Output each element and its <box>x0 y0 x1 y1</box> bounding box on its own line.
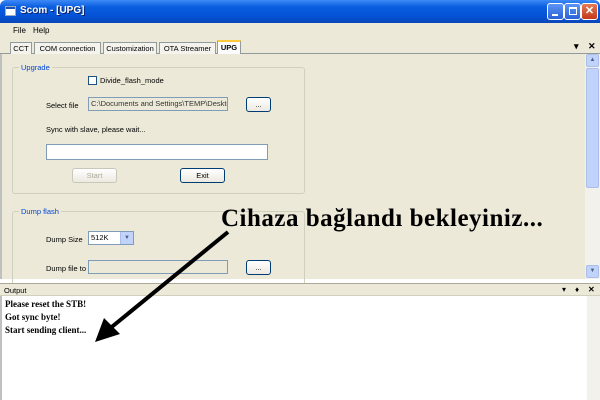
tab-com-connection[interactable]: COM connection <box>34 42 101 54</box>
close-button[interactable]: ✕ <box>581 3 598 20</box>
app-icon <box>5 6 16 16</box>
exit-button[interactable]: Exit <box>180 168 225 183</box>
window-title: Scom - [UPG] <box>20 5 85 16</box>
tab-dropdown-icon[interactable]: ▾ <box>574 41 579 52</box>
output-header: Output ▾ ♦ ✕ <box>0 283 600 296</box>
upgrade-group-title: Upgrade <box>19 63 52 72</box>
scroll-up-icon[interactable]: ▲ <box>586 54 599 67</box>
panel-scrollbar[interactable]: ▲ ▼ <box>585 54 600 279</box>
browse-file-button[interactable]: ... <box>246 97 271 112</box>
upgrade-progress-field <box>46 144 268 160</box>
dump-flash-group-title: Dump flash <box>19 207 61 216</box>
tab-cct[interactable]: CCT <box>10 42 32 54</box>
upgrade-group: Upgrade Divide_flash_mode Select file C:… <box>12 63 305 194</box>
tab-customization[interactable]: Customization <box>103 42 157 54</box>
output-line: Start sending client... <box>5 325 87 335</box>
tab-strip: CCT COM connection Customization OTA Str… <box>0 39 600 54</box>
output-dropdown-icon[interactable]: ▾ <box>562 285 566 294</box>
dump-size-value: 512K <box>91 233 109 242</box>
browse-dump-button[interactable]: ... <box>246 260 271 275</box>
title-bar: Scom - [UPG] ✕ <box>0 0 600 23</box>
select-file-field[interactable]: C:\Documents and Settings\TEMP\Desktop\s <box>88 97 228 111</box>
annotation-text: Cihaza bağlandı bekleyiniz... <box>221 205 544 232</box>
upg-panel: Upgrade Divide_flash_mode Select file C:… <box>0 54 585 301</box>
dump-file-label: Dump file to <box>46 264 87 273</box>
output-line: Please reset the STB! <box>5 299 87 309</box>
output-title: Output <box>4 286 27 295</box>
output-scrollbar[interactable] <box>587 296 600 400</box>
output-close-icon[interactable]: ✕ <box>588 285 595 294</box>
maximize-button[interactable] <box>564 3 581 20</box>
scroll-down-icon[interactable]: ▼ <box>586 265 599 278</box>
output-body: Please reset the STB! Got sync byte! Sta… <box>0 296 600 400</box>
tab-ota-streamer[interactable]: OTA Streamer <box>159 42 216 54</box>
dump-file-field[interactable] <box>88 260 228 274</box>
minimize-button[interactable] <box>547 3 564 20</box>
dump-size-label: Dump Size <box>46 235 83 244</box>
menu-file[interactable]: File <box>13 26 26 35</box>
select-file-label: Select file <box>46 101 79 110</box>
menu-bar: File Help <box>0 23 600 39</box>
menu-help[interactable]: Help <box>33 26 49 35</box>
dump-size-select[interactable]: 512K ▼ <box>88 231 134 245</box>
output-line: Got sync byte! <box>5 312 61 322</box>
divide-flash-checkbox[interactable] <box>88 76 97 85</box>
scroll-thumb[interactable] <box>586 68 599 188</box>
divide-flash-label: Divide_flash_mode <box>100 76 164 85</box>
close-icon: ✕ <box>584 5 595 17</box>
output-pin-icon[interactable]: ♦ <box>575 285 579 294</box>
tab-close-icon[interactable]: ✕ <box>588 41 596 52</box>
chevron-down-icon[interactable]: ▼ <box>120 232 133 244</box>
maximize-icon <box>569 7 577 15</box>
minimize-icon <box>552 14 558 16</box>
start-button[interactable]: Start <box>72 168 117 183</box>
sync-status-text: Sync with slave, please wait... <box>46 125 146 134</box>
tab-upg[interactable]: UPG <box>217 40 241 54</box>
